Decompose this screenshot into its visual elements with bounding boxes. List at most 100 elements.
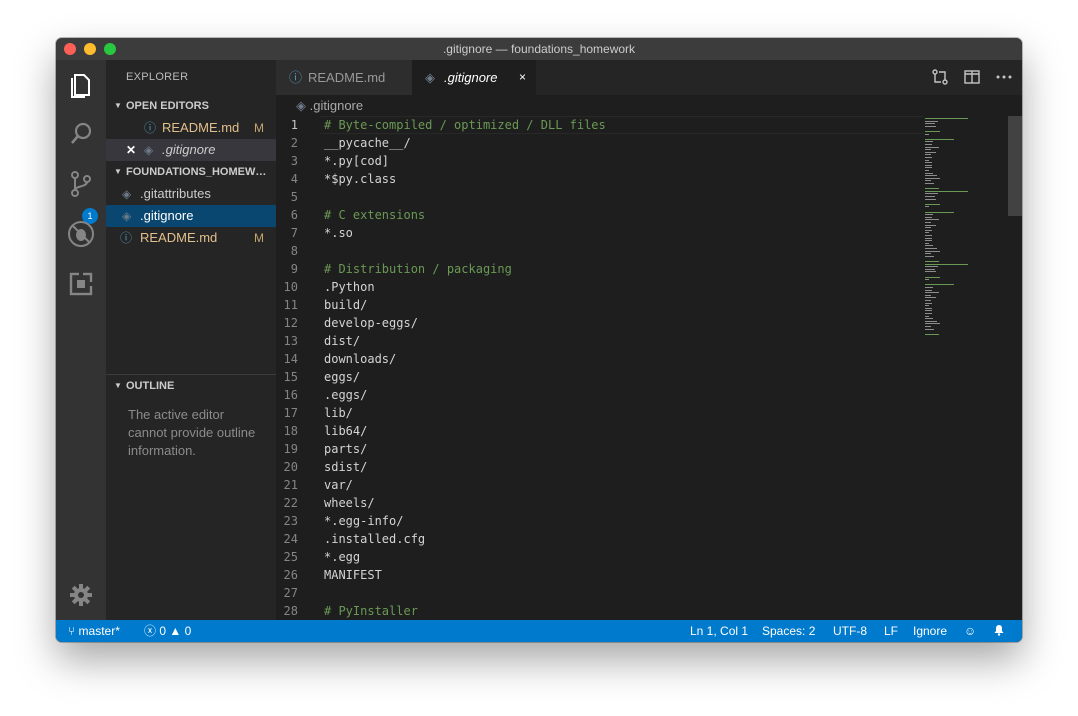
code-text: downloads/ — [324, 352, 397, 366]
source-control-icon[interactable] — [66, 169, 96, 199]
line-number: 21 — [283, 478, 298, 492]
git-file-icon: ◈ — [425, 70, 435, 85]
code-line[interactable]: 5 — [276, 188, 1022, 206]
code-line[interactable]: 8 — [276, 242, 1022, 260]
minimap-line — [925, 167, 932, 169]
scrollbar-thumb[interactable] — [1008, 116, 1022, 216]
code-line[interactable]: 26 MANIFEST — [276, 566, 1022, 584]
code-line[interactable]: 7 *.so — [276, 224, 1022, 242]
modified-badge: M — [254, 231, 264, 245]
minimap-line — [925, 333, 940, 335]
code-line[interactable]: 10 .Python — [276, 278, 1022, 296]
code-line[interactable]: 23 *.egg-info/ — [276, 512, 1022, 530]
line-number: 16 — [283, 388, 298, 402]
debug-icon[interactable] — [66, 219, 96, 249]
file-gitattributes[interactable]: ◈ .gitattributes — [106, 183, 276, 205]
minimap-line — [925, 294, 931, 296]
code-text: MANIFEST — [324, 568, 382, 582]
code-line[interactable]: 6 # C extensions — [276, 206, 1022, 224]
git-file-icon: ◈ — [122, 187, 132, 201]
extensions-icon[interactable] — [66, 269, 96, 299]
code-line[interactable]: 27 — [276, 584, 1022, 602]
code-text: develop-eggs/ — [324, 316, 418, 330]
tab-gitignore[interactable]: ◈ .gitignore × — [412, 60, 536, 95]
tab-close-button[interactable]: × — [519, 60, 526, 95]
code-line[interactable]: 1 # Byte-compiled / optimized / DLL files — [276, 116, 1022, 134]
code-line[interactable]: 24 .installed.cfg — [276, 530, 1022, 548]
minimap-line — [925, 211, 954, 213]
breadcrumb[interactable]: ◈ .gitignore — [296, 95, 363, 117]
folder-header[interactable]: ▼ FOUNDATIONS_HOMEWORK — [106, 161, 276, 183]
code-text: *.egg — [324, 550, 361, 564]
close-icon[interactable]: ✕ — [126, 139, 136, 161]
minimap-line — [925, 328, 934, 330]
cursor-position[interactable]: Ln 1, Col 1 — [690, 620, 748, 642]
code-line[interactable]: 2 __pycache__/ — [276, 134, 1022, 152]
notifications-bell-icon[interactable] — [993, 620, 1005, 642]
indentation-status[interactable]: Spaces: 2 — [762, 620, 815, 642]
line-number: 14 — [283, 352, 298, 366]
gear-icon[interactable] — [66, 580, 96, 610]
search-icon[interactable] — [66, 119, 96, 149]
open-changes-icon[interactable] — [931, 68, 949, 86]
status-bar: ⑂ master* ⓧ 0 ▲ 0 Ln 1, Col 1 Spaces: 2 … — [56, 620, 1022, 642]
code-line[interactable]: 9 # Distribution / packaging — [276, 260, 1022, 278]
minimap-line — [925, 248, 938, 249]
file-readme[interactable]: ⓘ README.md M — [106, 227, 276, 249]
editor-scrollbar[interactable] — [1008, 116, 1022, 620]
code-line[interactable]: 28 # PyInstaller — [276, 602, 1022, 620]
tab-readme[interactable]: ⓘ README.md — [276, 60, 412, 95]
code-line[interactable]: 25 *.egg — [276, 548, 1022, 566]
code-text: *.egg-info/ — [324, 514, 404, 528]
encoding-status[interactable]: UTF-8 — [833, 620, 867, 642]
minimap-line — [925, 154, 931, 156]
title-bar: .gitignore — foundations_homework — [56, 38, 1022, 60]
minimap-line — [925, 318, 933, 320]
line-number: 15 — [283, 370, 298, 384]
code-line[interactable]: 11 build/ — [276, 296, 1022, 314]
tab-bar: ⓘ README.md ◈ .gitignore × — [276, 60, 1022, 95]
editor-area: ⓘ README.md ◈ .gitignore × ◈ .gitignore — [276, 60, 1022, 620]
minimap-line — [925, 162, 932, 164]
open-editor-gitignore[interactable]: ✕ ◈ .gitignore — [106, 139, 276, 161]
code-line[interactable]: 19 parts/ — [276, 440, 1022, 458]
code-line[interactable]: 13 dist/ — [276, 332, 1022, 350]
line-number: 20 — [283, 460, 298, 474]
code-text: wheels/ — [324, 496, 375, 510]
file-gitignore[interactable]: ◈ .gitignore — [106, 205, 276, 227]
code-line[interactable]: 12 develop-eggs/ — [276, 314, 1022, 332]
explorer-icon[interactable] — [66, 69, 96, 99]
minimap-line — [925, 190, 968, 192]
split-editor-icon[interactable] — [963, 68, 981, 86]
open-editor-readme[interactable]: ⓘ README.md M — [106, 117, 276, 139]
open-editors-header[interactable]: ▼ OPEN EDITORS — [106, 95, 276, 117]
code-line[interactable]: 17 lib/ — [276, 404, 1022, 422]
minimap-line — [925, 123, 935, 125]
code-editor[interactable]: 1 # Byte-compiled / optimized / DLL files… — [276, 116, 1022, 620]
info-icon: ⓘ — [144, 121, 157, 135]
code-line[interactable]: 15 eggs/ — [276, 368, 1022, 386]
language-mode[interactable]: Ignore — [913, 620, 947, 642]
window-title: .gitignore — foundations_homework — [442, 42, 636, 56]
outline-header[interactable]: ▼ OUTLINE — [106, 374, 276, 397]
code-line[interactable]: 3 *.py[cod] — [276, 152, 1022, 170]
feedback-smiley-icon[interactable]: ☺ — [964, 620, 976, 642]
more-actions-icon[interactable] — [995, 68, 1013, 86]
code-line[interactable]: 22 wheels/ — [276, 494, 1022, 512]
code-line[interactable]: 4 *$py.class — [276, 170, 1022, 188]
minimap-line — [925, 310, 932, 312]
code-line[interactable]: 14 downloads/ — [276, 350, 1022, 368]
vscode-window: .gitignore — foundations_homework 1 EXPL… — [56, 38, 1022, 642]
problems-status[interactable]: ⓧ 0 ▲ 0 — [144, 620, 191, 642]
branch-status[interactable]: ⑂ master* — [68, 620, 120, 642]
eol-status[interactable]: LF — [884, 620, 898, 642]
minimap[interactable] — [924, 116, 1008, 356]
code-line[interactable]: 21 var/ — [276, 476, 1022, 494]
code-line[interactable]: 18 lib64/ — [276, 422, 1022, 440]
code-line[interactable]: 20 sdist/ — [276, 458, 1022, 476]
code-line[interactable]: 16 .eggs/ — [276, 386, 1022, 404]
line-number: 18 — [283, 424, 298, 438]
chevron-down-icon: ▼ — [114, 381, 122, 390]
minimap-line — [925, 219, 940, 221]
code-text: build/ — [324, 298, 368, 312]
